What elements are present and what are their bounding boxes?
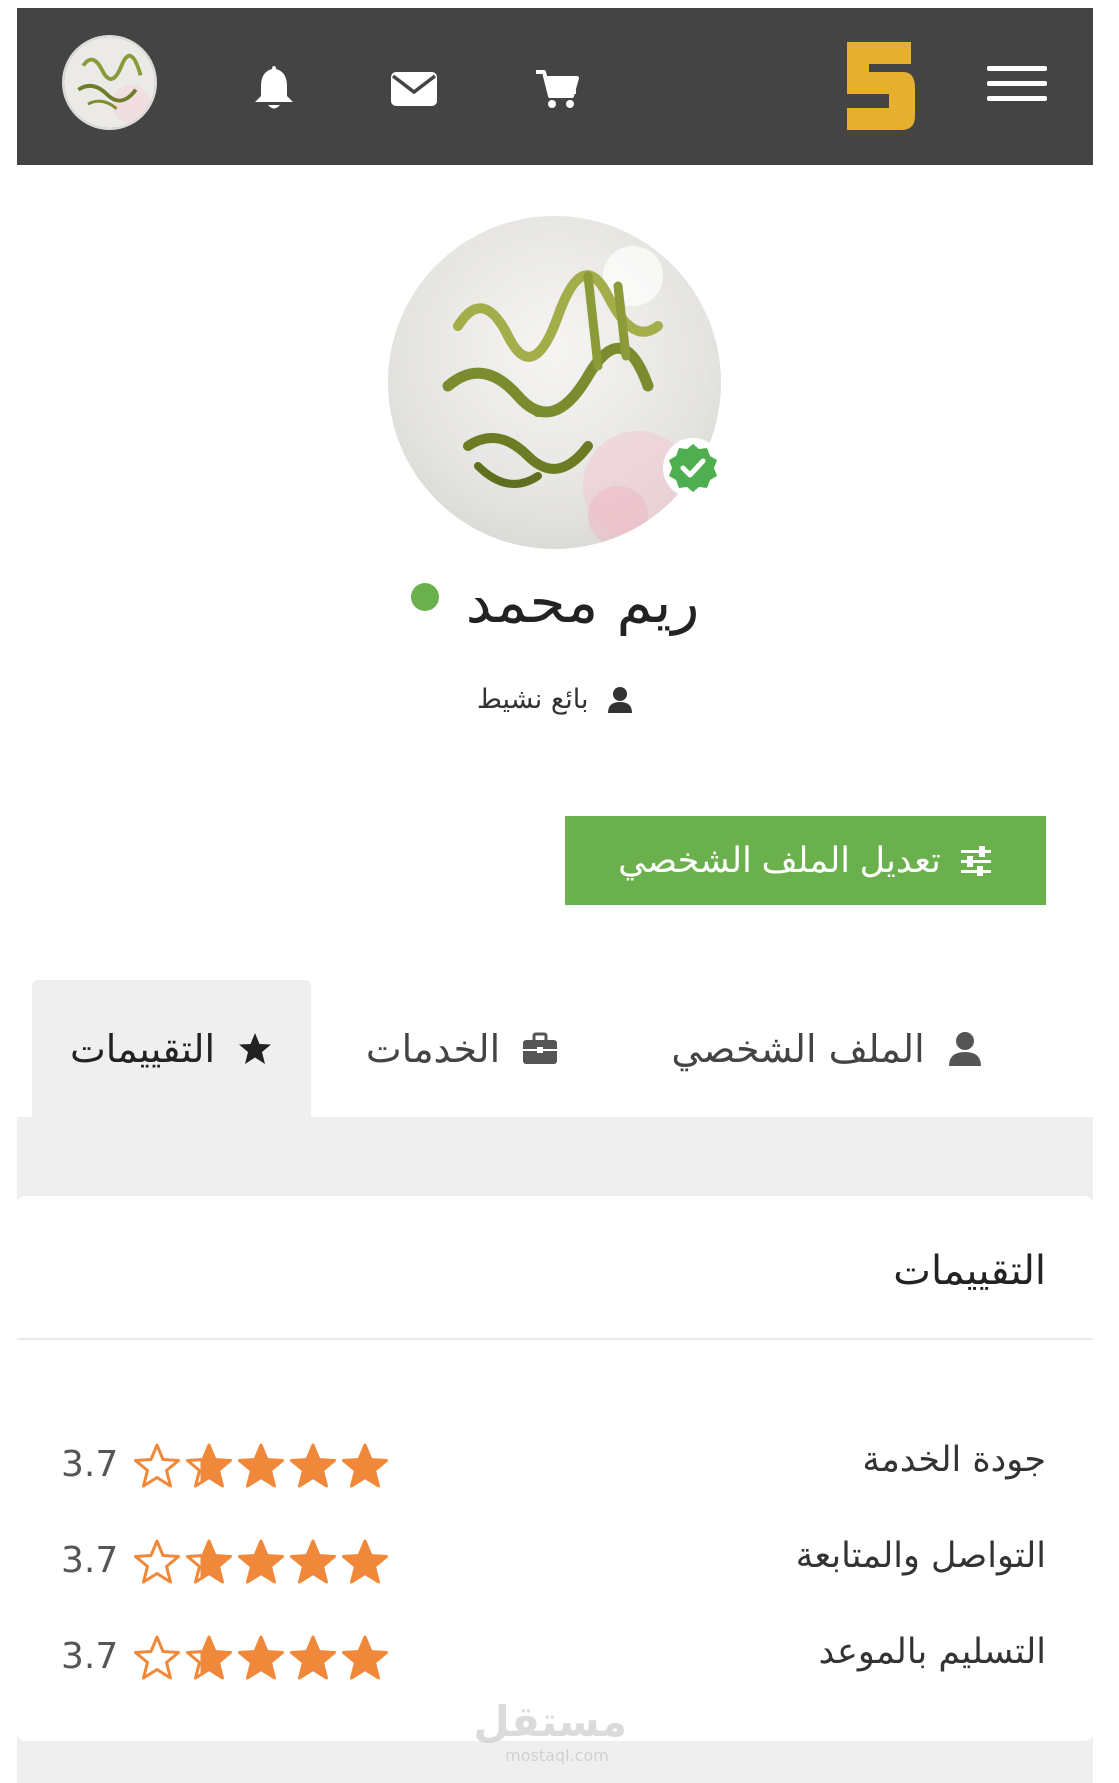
profile-name: ريم محمد [465,568,700,636]
rating-stars [133,1634,423,1684]
rating-star-icon [341,1538,389,1586]
edit-profile-button-label: تعديل الملف الشخصي [618,840,941,880]
rating-star-icon [289,1442,337,1490]
rating-star-icon [133,1442,181,1490]
card-divider [17,1338,1093,1340]
sliders-icon [959,845,993,876]
rating-star-icon [185,1442,233,1490]
tab-reviews[interactable]: التقييمات [32,980,311,1117]
watermark-text: مستقل [473,1697,627,1746]
rating-label: التسليم بالموعد [818,1632,1046,1672]
rating-row-service-quality: جودة الخدمة 3.7 [17,1432,1093,1502]
reviews-card-title: التقييمات [893,1248,1046,1294]
rating-star-icon [341,1634,389,1682]
rating-stars [133,1442,423,1492]
user-icon [607,686,633,714]
rating-row-communication: التواصل والمتابعة 3.7 [17,1528,1093,1598]
app-frame: ريم محمد بائع نشيط تعديل الملف الشخصي ال… [17,8,1093,1783]
rating-stars [133,1538,423,1588]
rating-star-icon [133,1538,181,1586]
rating-row-on-time-delivery: التسليم بالموعد 3.7 [17,1624,1093,1694]
profile-name-row: ريم محمد [17,568,1093,636]
rating-star-icon [237,1538,285,1586]
rating-value: 3.7 [61,1636,119,1677]
online-status-indicator [410,583,439,611]
profile-role: بائع نشيط [476,684,589,715]
rating-star-icon [289,1634,337,1682]
rating-label: جودة الخدمة [862,1440,1046,1480]
user-avatar-small[interactable] [62,35,157,130]
rating-value: 3.7 [61,1444,119,1485]
profile-role-row: بائع نشيط [17,683,1093,715]
profile-tabs: الملف الشخصي الخدمات التقييمات [17,980,1093,1117]
tab-profile[interactable]: الملف الشخصي [627,980,1027,1117]
reviews-card: التقييمات جودة الخدمة 3.7 التواصل والمتا… [17,1196,1093,1741]
top-navigation-bar [17,8,1093,165]
tab-profile-label: الملف الشخصي [671,1026,925,1071]
verified-badge-icon [663,438,723,498]
edit-profile-button[interactable]: تعديل الملف الشخصي [565,816,1046,905]
watermark-url: mostaql.com [505,1746,609,1765]
cart-icon[interactable] [532,64,582,112]
rating-star-icon [185,1538,233,1586]
rating-value: 3.7 [61,1540,119,1581]
tab-reviews-label: التقييمات [69,1026,216,1071]
rating-star-icon [185,1634,233,1682]
rating-star-icon [341,1442,389,1490]
tab-services-label: الخدمات [365,1026,501,1071]
site-logo[interactable] [843,38,915,134]
menu-icon[interactable] [987,64,1047,104]
briefcase-icon [522,1031,558,1067]
rating-star-icon [289,1538,337,1586]
star-icon [237,1031,273,1067]
rating-star-icon [133,1634,181,1682]
profile-photo [388,216,721,549]
watermark: مستقل mostaql.com [473,1697,627,1783]
bell-icon[interactable] [249,64,299,112]
rating-label: التواصل والمتابعة [795,1536,1046,1576]
tab-services[interactable]: الخدمات [337,980,587,1117]
user-icon [947,1031,983,1067]
envelope-icon[interactable] [389,64,439,112]
rating-star-icon [237,1634,285,1682]
rating-star-icon [237,1442,285,1490]
